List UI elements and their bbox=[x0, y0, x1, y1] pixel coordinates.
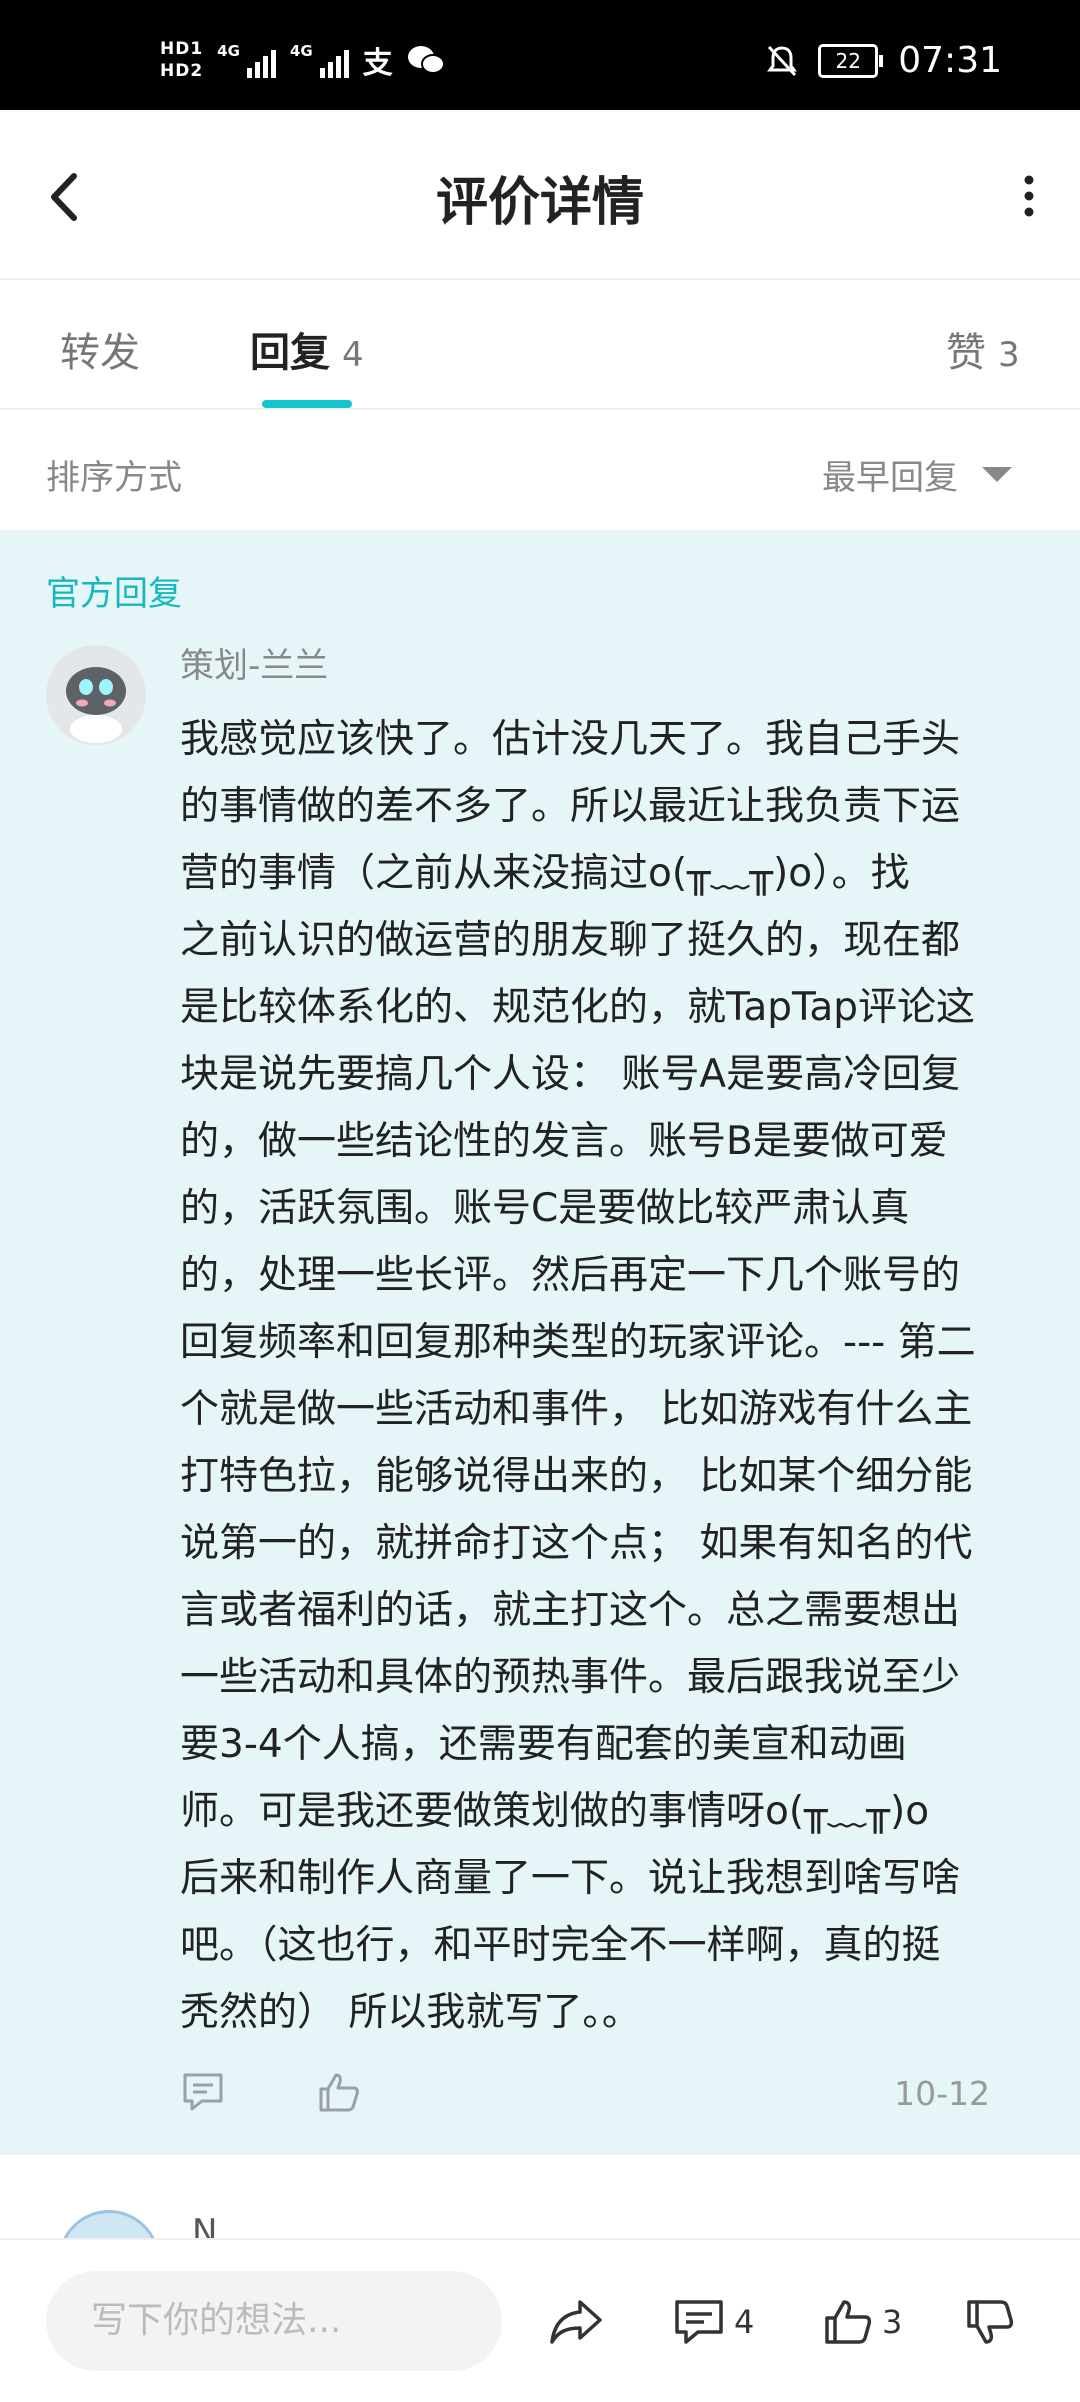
active-tab-indicator bbox=[262, 400, 352, 408]
comment-input[interactable]: 写下你的想法... bbox=[46, 2271, 502, 2371]
like-button[interactable]: 3 bbox=[822, 2296, 902, 2348]
dislike-button[interactable] bbox=[964, 2296, 1016, 2348]
tab-replies-count: 4 bbox=[342, 335, 364, 375]
comment-icon bbox=[675, 2300, 723, 2344]
reply-date: 10-12 bbox=[894, 2074, 990, 2113]
tab-likes[interactable]: 赞3 bbox=[946, 320, 1020, 378]
reply-content-line: 之前认识的做运营的朋友聊了挺久的，现在都 bbox=[180, 918, 961, 963]
reply-content-line: 一些活动和具体的预热事件。最后跟我说至少 bbox=[180, 1655, 961, 1700]
comments-button[interactable]: 4 bbox=[672, 2296, 754, 2348]
bottom-action-bar: 写下你的想法... 4 3 bbox=[0, 2238, 1080, 2402]
hd1-label: HD1 bbox=[160, 39, 204, 59]
tab-likes-label: 赞 bbox=[946, 330, 986, 376]
official-reply-badge: 官方回复 bbox=[46, 574, 182, 614]
avatar[interactable] bbox=[46, 645, 146, 745]
mute-icon bbox=[767, 45, 798, 76]
reply-content-line: 吧。（这也行，和平时完全不一样啊，真的挺 bbox=[180, 1923, 941, 1968]
reply-author[interactable]: 策划-兰兰 bbox=[180, 638, 328, 687]
comment-count: 4 bbox=[734, 2303, 755, 2341]
share-button[interactable] bbox=[548, 2296, 604, 2348]
reply-actions bbox=[180, 2070, 362, 2114]
reply-content-line: 回复频率和回复那种类型的玩家评论。--- 第二 bbox=[180, 1320, 976, 1365]
share-icon bbox=[550, 2300, 602, 2344]
wechat-icon bbox=[407, 46, 445, 74]
reply-content-line: 秃然的） 所以我就写了。。 bbox=[180, 1990, 641, 2035]
reply-content-line: 我感觉应该快了。估计没几天了。我自己手头 bbox=[180, 717, 961, 762]
reply-content-line: 说第一的，就拼命打这个点； 如果有知名的代 bbox=[180, 1521, 973, 1566]
reply-content-line: 言或者福利的话，就主打这个。总之需要想出 bbox=[180, 1588, 961, 1633]
alipay-icon: 支 bbox=[362, 46, 393, 81]
tab-forward[interactable]: 转发 bbox=[60, 320, 140, 378]
reply-content-line: 的，活跃氛围。账号C是要做比较严肃认真 bbox=[180, 1186, 910, 1231]
tab-replies[interactable]: 回复 4 bbox=[250, 320, 364, 378]
sort-dropdown[interactable]: 最早回复 bbox=[822, 450, 1012, 499]
thumbs-up-icon[interactable] bbox=[316, 2070, 362, 2114]
hd2-label: HD2 bbox=[160, 61, 204, 81]
status-right: 22 07:31 bbox=[766, 40, 1002, 81]
sort-bar: 排序方式 最早回复 bbox=[0, 410, 1080, 530]
tab-likes-count: 3 bbox=[998, 335, 1020, 375]
comment-icon[interactable] bbox=[180, 2070, 226, 2114]
reply-content-line: 块是说先要搞几个人设： 账号A是要高冷回复 bbox=[180, 1052, 961, 1097]
official-reply-card: 官方回复 策划-兰兰 我感觉应该快了。估计没几天了。我自己手头 的事情做的差不多了… bbox=[0, 530, 1080, 2155]
like-count: 3 bbox=[882, 2303, 903, 2341]
status-left: HD1 HD2 4G 4G 支 bbox=[160, 38, 445, 82]
reply-content: 我感觉应该快了。估计没几天了。我自己手头 的事情做的差不多了。所以最近让我负责下运… bbox=[180, 706, 1035, 2046]
reply-content-line: 是比较体系化的、规范化的，就TapTap评论这 bbox=[180, 985, 976, 1030]
reply-content-line: 后来和制作人商量了一下。说让我想到啥写啥 bbox=[180, 1856, 961, 1901]
network-type-2: 4G bbox=[289, 42, 313, 60]
reply-content-line: 要3-4个人搞，还需要有配套的美宣和动画 bbox=[180, 1722, 907, 1767]
more-options-button[interactable] bbox=[1014, 166, 1044, 226]
more-vertical-icon bbox=[1024, 175, 1034, 217]
reply-content-line: 师。可是我还要做策划做的事情呀o(╥﹏╥)o bbox=[180, 1789, 930, 1834]
page-title: 评价详情 bbox=[435, 173, 644, 233]
reply-content-line: 的，处理一些长评。然后再定一下几个账号的 bbox=[180, 1253, 961, 1298]
reply-content-line: 个就是做一些活动和事件， 比如游戏有什么主 bbox=[180, 1387, 973, 1432]
reply-content-line: 的事情做的差不多了。所以最近让我负责下运 bbox=[180, 784, 961, 829]
tab-bar: 转发 回复 4 赞3 bbox=[0, 280, 1080, 410]
status-bar: HD1 HD2 4G 4G 支 22 07:31 bbox=[0, 0, 1080, 110]
sort-label: 排序方式 bbox=[46, 458, 182, 498]
battery-indicator: 22 bbox=[818, 43, 884, 78]
app-header: 评价详情 bbox=[0, 110, 1080, 280]
tab-replies-label: 回复 bbox=[250, 330, 330, 376]
network-type-1: 4G bbox=[217, 42, 240, 60]
caret-down-icon bbox=[982, 467, 1012, 482]
tab-forward-label: 转发 bbox=[60, 330, 140, 376]
signal-icon: 4G bbox=[217, 42, 276, 78]
reply-content-line: 打特色拉，能够说得出来的， 比如某个细分能 bbox=[180, 1454, 973, 1499]
signal-icon-2: 4G bbox=[290, 42, 349, 78]
reply-content-line: 的，做一些结论性的发言。账号B是要做可爱 bbox=[180, 1119, 948, 1164]
reply-content-line: 营的事情（之前从来没搞过o(╥﹏╥)o）。找 bbox=[180, 851, 910, 896]
robot-avatar-icon bbox=[46, 645, 146, 745]
thumbs-down-icon bbox=[967, 2300, 1014, 2344]
clock: 07:31 bbox=[898, 40, 1002, 81]
sort-value: 最早回复 bbox=[822, 458, 958, 498]
thumbs-up-icon bbox=[825, 2300, 872, 2344]
hd-indicators: HD1 HD2 bbox=[160, 40, 203, 80]
